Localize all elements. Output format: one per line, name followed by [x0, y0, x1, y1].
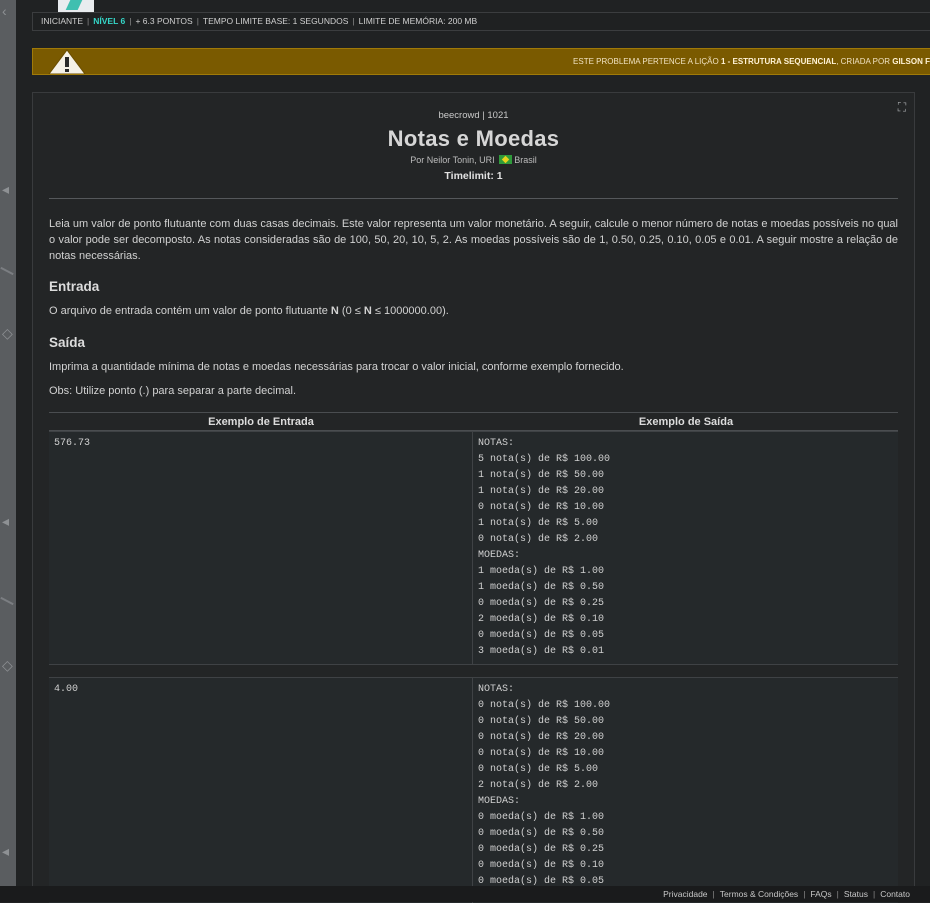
- warning-middle: , CRIADA POR: [836, 57, 893, 66]
- breadcrumb: beecrowd | 1021: [438, 110, 509, 121]
- lesson-link[interactable]: 1 - ESTRUTURA SEQUENCIAL: [721, 57, 836, 66]
- level-label: NÍVEL 6: [93, 16, 126, 26]
- divider: [49, 198, 898, 199]
- output-column-header: Exemplo de Saída: [638, 416, 734, 428]
- category-label: INICIANTE: [41, 16, 84, 26]
- brazil-flag-icon: [499, 155, 513, 164]
- warning-triangle-icon: [48, 49, 86, 74]
- rail-divider: [0, 266, 14, 276]
- rail-diamond-icon: ◇: [2, 657, 13, 673]
- warning-prefix: ESTE PROBLEMA PERTENCE A LIÇÃO: [573, 57, 721, 66]
- output-heading: Saída: [49, 335, 86, 350]
- sample-input[interactable]: 576.73: [54, 436, 90, 452]
- sample-row: 576.73 NOTAS: 5 nota(s) de R$ 100.00 1 n…: [49, 431, 898, 665]
- rail-triangle-icon: ◂: [2, 513, 10, 529]
- footer: Privacidade | Termos & Condições | FAQs | Stat…: [0, 886, 930, 902]
- rail-divider: [0, 596, 14, 606]
- lesson-warning-bar: ESTE PROBLEMA PERTENCE A LIÇÃO 1 - ESTRU…: [32, 48, 930, 75]
- time-limit-label: TEMPO LIMITE BASE: 1 SEGUNDOS: [202, 16, 349, 26]
- author-name: Por Neilor Tonin, URI: [410, 155, 495, 165]
- sample-output-cell: NOTAS: 0 nota(s) de R$ 100.00 0 nota(s) …: [474, 678, 898, 903]
- samples-header: Exemplo de Entrada Exemplo de Saída: [49, 412, 898, 431]
- footer-contact-link[interactable]: Contato: [880, 889, 910, 899]
- sample-output-cell: NOTAS: 5 nota(s) de R$ 100.00 1 nota(s) …: [474, 432, 898, 664]
- rail-chevron-icon: ‹: [2, 3, 7, 19]
- output-description: Imprima a quantidade mínima de notas e m…: [49, 361, 624, 373]
- input-column-header: Exemplo de Entrada: [208, 416, 314, 428]
- sample-input-cell: 576.73: [49, 432, 473, 664]
- input-description: O arquivo de entrada contém um valor de …: [49, 305, 449, 317]
- rail-diamond-icon: ◇: [2, 325, 13, 341]
- footer-terms-link[interactable]: Termos & Condições: [720, 889, 798, 899]
- rail-triangle-icon: ◂: [2, 843, 10, 859]
- sample-input[interactable]: 4.00: [54, 682, 78, 698]
- timelimit-label: Timelimit: 1: [444, 170, 503, 182]
- sample-input-cell: 4.00: [49, 678, 473, 903]
- memory-limit-label: LIMITE DE MEMÓRIA: 200 MB: [358, 16, 478, 26]
- rail-triangle-icon: ◂: [2, 181, 10, 197]
- points-label: + 6.3 PONTOS: [135, 16, 193, 26]
- country-label: Brasil: [514, 155, 537, 165]
- sample-output[interactable]: NOTAS: 0 nota(s) de R$ 100.00 0 nota(s) …: [478, 682, 610, 890]
- footer-privacy-link[interactable]: Privacidade: [663, 889, 707, 899]
- problem-info-bar: INICIANTE | NÍVEL 6 | + 6.3 PONTOS | TEMPO LIM…: [32, 12, 930, 31]
- author-line: Por Neilor Tonin, URI Brasil: [33, 155, 914, 165]
- problem-description: Leia um valor de ponto flutuante com dua…: [49, 218, 898, 262]
- sample-row: 4.00 NOTAS: 0 nota(s) de R$ 100.00 0 not…: [49, 677, 898, 903]
- site-logo[interactable]: [58, 0, 94, 12]
- sample-output[interactable]: NOTAS: 5 nota(s) de R$ 100.00 1 nota(s) …: [478, 436, 610, 660]
- creator-link[interactable]: GILSON F: [892, 57, 930, 66]
- input-heading: Entrada: [49, 279, 100, 294]
- left-rail: ‹ ◂ ◇ ◂ ◇ ◂: [0, 0, 16, 902]
- footer-status-link[interactable]: Status: [844, 889, 868, 899]
- problem-card: ⛶ beecrowd | 1021 Notas e Moedas Por Nei…: [32, 92, 915, 903]
- obs-note: Obs: Utilize ponto (.) para separar a pa…: [49, 385, 297, 397]
- page-title: Notas e Moedas: [387, 126, 560, 151]
- footer-faqs-link[interactable]: FAQs: [810, 889, 831, 899]
